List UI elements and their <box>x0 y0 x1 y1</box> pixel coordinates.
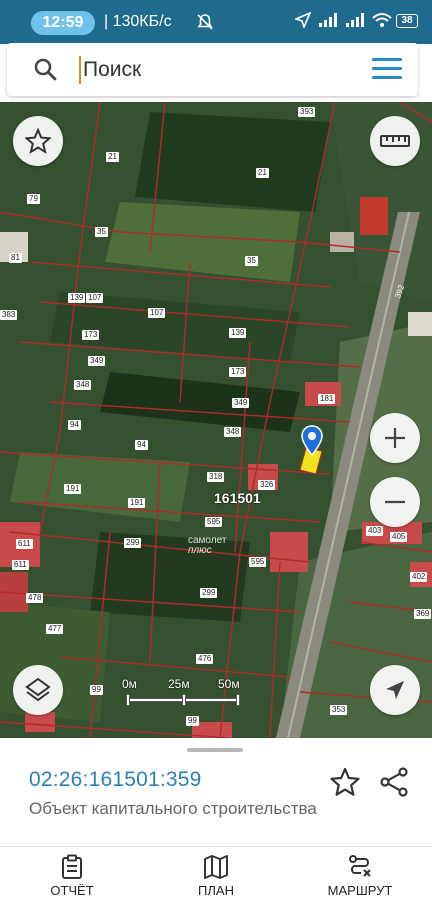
parcel-label: 173 <box>229 367 247 377</box>
location-arrow-icon <box>295 12 311 28</box>
scale-bar: 0м 25м 50м <box>120 677 250 711</box>
parcel-label: 94 <box>68 420 81 430</box>
menu-icon[interactable] <box>372 58 402 80</box>
parcel-label: 478 <box>26 593 44 603</box>
status-time: 12:59 <box>31 11 95 35</box>
satellite-map <box>0 102 432 738</box>
bell-muted-icon <box>197 14 213 30</box>
navigation-arrow-icon <box>386 681 404 699</box>
scale-label-25: 25м <box>168 677 190 691</box>
layers-button[interactable] <box>13 665 63 715</box>
signal-icon <box>319 13 337 27</box>
parcel-label: 139 <box>229 328 247 338</box>
parcel-label: 353 <box>330 705 348 715</box>
parcel-label: 173 <box>82 330 100 340</box>
scale-tick <box>126 694 130 706</box>
parcel-label: 21 <box>256 168 269 178</box>
ruler-icon <box>380 135 410 147</box>
parcel-label: 595 <box>249 557 267 567</box>
route-icon <box>349 855 371 877</box>
parcel-label: 299 <box>124 538 142 548</box>
parcel-label: 299 <box>200 588 218 598</box>
parcel-label: 139 <box>68 293 86 303</box>
parcel-label: 595 <box>205 517 223 527</box>
nav-plan[interactable]: ПЛАН <box>144 847 288 910</box>
cadastral-number[interactable]: 02:26:161501:359 <box>29 768 202 792</box>
parcel-label: 326 <box>258 480 276 490</box>
brand-watermark: самолет плюс <box>188 536 226 556</box>
ruler-button[interactable] <box>370 116 420 166</box>
parcel-label: 21 <box>106 152 119 162</box>
nav-plan-label: ПЛАН <box>198 883 234 898</box>
scale-tick <box>236 694 240 706</box>
status-bar: 12:59 | 130КБ/с 38 <box>0 0 432 44</box>
text-cursor <box>79 56 81 84</box>
map-icon <box>204 855 228 879</box>
share-icon[interactable] <box>378 766 410 798</box>
parcel-label: 393 <box>298 107 316 117</box>
parcel-label: 348 <box>74 380 92 390</box>
parcel-label: 35 <box>245 256 258 266</box>
search-icon[interactable] <box>33 57 57 81</box>
network-speed-value: 130КБ/с <box>112 13 172 30</box>
network-speed: | 130КБ/с <box>104 13 172 30</box>
favorites-map-button[interactable] <box>13 116 63 166</box>
parcel-label: 349 <box>232 398 250 408</box>
parcel-label: 476 <box>196 654 214 664</box>
nav-report[interactable]: ОТЧЁТ <box>0 847 144 910</box>
parcel-label: 477 <box>46 624 64 634</box>
parcel-label: 383 <box>0 310 18 320</box>
report-icon <box>62 854 82 879</box>
scale-label-0: 0м <box>122 677 137 691</box>
layers-icon <box>25 677 51 702</box>
parcel-label: 405 <box>390 532 408 542</box>
parcel-label: 191 <box>64 484 82 494</box>
zoom-in-button[interactable] <box>370 413 420 463</box>
parcel-label: 318 <box>207 472 225 482</box>
cadastral-block-label: 161501 <box>214 490 261 506</box>
parcel-label: 191 <box>128 498 146 508</box>
parcel-label: 35 <box>95 227 108 237</box>
object-type: Объект капитального строительства <box>29 799 317 818</box>
sheet-drag-handle[interactable] <box>187 748 243 752</box>
status-icons <box>295 12 392 28</box>
parcel-label: 107 <box>86 293 104 303</box>
app-screen: 12:59 | 130КБ/с 38 Поиск 393 21 21 79 35… <box>0 0 432 910</box>
parcel-label: 79 <box>27 194 40 204</box>
bottom-nav: ОТЧЁТ ПЛАН МАРШРУТ <box>0 846 432 910</box>
parcel-label: 348 <box>224 427 242 437</box>
favorite-star-icon[interactable] <box>329 766 361 798</box>
signal-icon-2 <box>346 13 364 27</box>
parcel-label: 94 <box>135 440 148 450</box>
parcel-label: 611 <box>16 539 33 549</box>
parcel-label: 349 <box>88 356 106 366</box>
parcel-label: 81 <box>9 253 22 263</box>
nav-report-label: ОТЧЁТ <box>50 883 94 898</box>
parcel-label: 402 <box>410 572 428 582</box>
parcel-label: 99 <box>186 716 199 726</box>
my-location-button[interactable] <box>370 665 420 715</box>
nav-route-label: МАРШРУТ <box>327 883 393 898</box>
location-pin-icon[interactable] <box>300 425 324 457</box>
plus-icon <box>385 428 405 448</box>
parcel-label: 611 <box>12 560 29 570</box>
zoom-out-button[interactable] <box>370 477 420 527</box>
object-info-sheet[interactable]: 02:26:161501:359 Объект капитального стр… <box>0 738 432 846</box>
battery-indicator: 38 <box>396 14 418 28</box>
minus-icon <box>385 500 405 504</box>
search-bar <box>7 43 418 96</box>
parcel-label: 181 <box>318 394 336 404</box>
parcel-label: 403 <box>366 526 384 536</box>
scale-label-50: 50м <box>218 677 240 691</box>
scale-tick <box>182 694 186 706</box>
search-input[interactable] <box>83 53 353 87</box>
star-icon <box>25 128 51 154</box>
parcel-label: 99 <box>90 685 103 695</box>
nav-route[interactable]: МАРШРУТ <box>288 847 432 910</box>
parcel-label: 107 <box>148 308 166 318</box>
wifi-icon <box>372 13 392 27</box>
brand-watermark-line-2: плюс <box>188 545 212 556</box>
map-view[interactable]: 393 21 21 79 35 81 35 139 107 107 173 13… <box>0 102 432 738</box>
parcel-label: 369 <box>414 609 432 619</box>
